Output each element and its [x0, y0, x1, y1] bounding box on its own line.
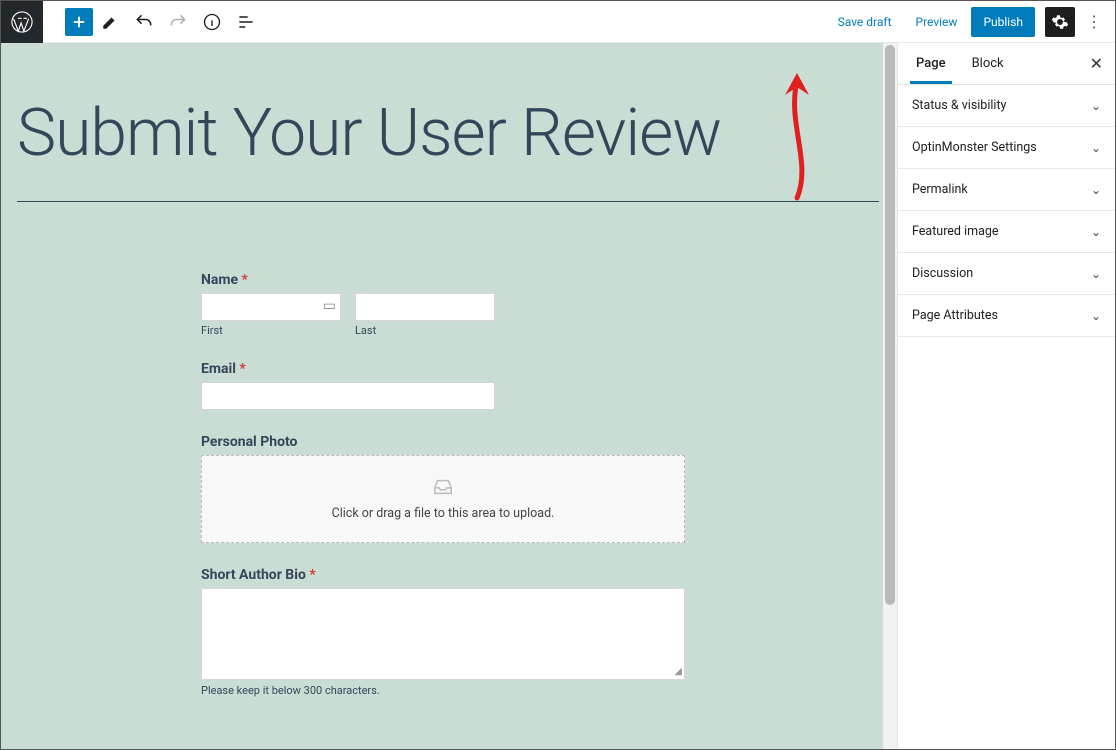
close-sidebar-icon[interactable]: ✕	[1090, 54, 1103, 73]
field-label-email: Email *	[201, 361, 691, 377]
preview-button[interactable]: Preview	[906, 9, 968, 35]
redo-icon[interactable]	[161, 2, 195, 42]
field-label-bio: Short Author Bio *	[201, 567, 691, 583]
first-name-input[interactable]: ▭	[201, 293, 341, 321]
tab-block[interactable]: Block	[966, 43, 1010, 84]
edit-mode-icon[interactable]	[93, 2, 127, 42]
panel-page-attributes[interactable]: Page Attributes⌄	[898, 295, 1115, 337]
sublabel-first: First	[201, 324, 341, 337]
outline-icon[interactable]	[229, 2, 263, 42]
canvas-scrollbar[interactable]	[883, 43, 897, 749]
divider	[17, 201, 879, 202]
scrollbar-thumb[interactable]	[885, 45, 895, 605]
wordpress-logo-icon[interactable]	[1, 1, 43, 43]
chevron-down-icon: ⌄	[1091, 183, 1101, 197]
resize-handle-icon[interactable]: ◢	[674, 666, 682, 677]
bio-hint: Please keep it below 300 characters.	[201, 684, 691, 697]
undo-icon[interactable]	[127, 2, 161, 42]
chevron-down-icon: ⌄	[1091, 141, 1101, 155]
add-block-button[interactable]	[65, 8, 93, 36]
embedded-form: Name * ▭ First Last	[201, 272, 691, 697]
dropzone-hint: Click or drag a file to this area to upl…	[332, 506, 555, 521]
editor-toolbar: Save draft Preview Publish ⋮	[1, 1, 1115, 43]
editor-canvas[interactable]: Submit Your User Review Name * ▭ First	[1, 43, 897, 749]
more-options-icon[interactable]: ⋮	[1079, 7, 1109, 37]
contact-card-icon: ▭	[323, 298, 336, 314]
info-icon[interactable]	[195, 2, 229, 42]
sidebar-tabs: Page Block ✕	[898, 43, 1115, 85]
chevron-down-icon: ⌄	[1091, 99, 1101, 113]
panel-permalink[interactable]: Permalink⌄	[898, 169, 1115, 211]
bio-textarea[interactable]: ◢	[201, 588, 685, 680]
email-input[interactable]	[201, 382, 495, 410]
panel-featured-image[interactable]: Featured image⌄	[898, 211, 1115, 253]
settings-sidebar: Page Block ✕ Status & visibility⌄ OptinM…	[897, 43, 1115, 749]
chevron-down-icon: ⌄	[1091, 309, 1101, 323]
publish-button[interactable]: Publish	[971, 7, 1035, 37]
save-draft-button[interactable]: Save draft	[828, 9, 902, 35]
panel-discussion[interactable]: Discussion⌄	[898, 253, 1115, 295]
sublabel-last: Last	[355, 324, 495, 337]
chevron-down-icon: ⌄	[1091, 225, 1101, 239]
field-label-name: Name *	[201, 272, 691, 288]
inbox-icon	[430, 476, 456, 498]
panel-optinmonster[interactable]: OptinMonster Settings⌄	[898, 127, 1115, 169]
page-title[interactable]: Submit Your User Review	[1, 43, 897, 201]
panel-status-visibility[interactable]: Status & visibility⌄	[898, 85, 1115, 127]
last-name-input[interactable]	[355, 293, 495, 321]
tab-page[interactable]: Page	[910, 43, 952, 84]
field-label-photo: Personal Photo	[201, 434, 691, 450]
chevron-down-icon: ⌄	[1091, 267, 1101, 281]
file-upload-dropzone[interactable]: Click or drag a file to this area to upl…	[201, 455, 685, 543]
settings-gear-icon[interactable]	[1045, 7, 1075, 37]
